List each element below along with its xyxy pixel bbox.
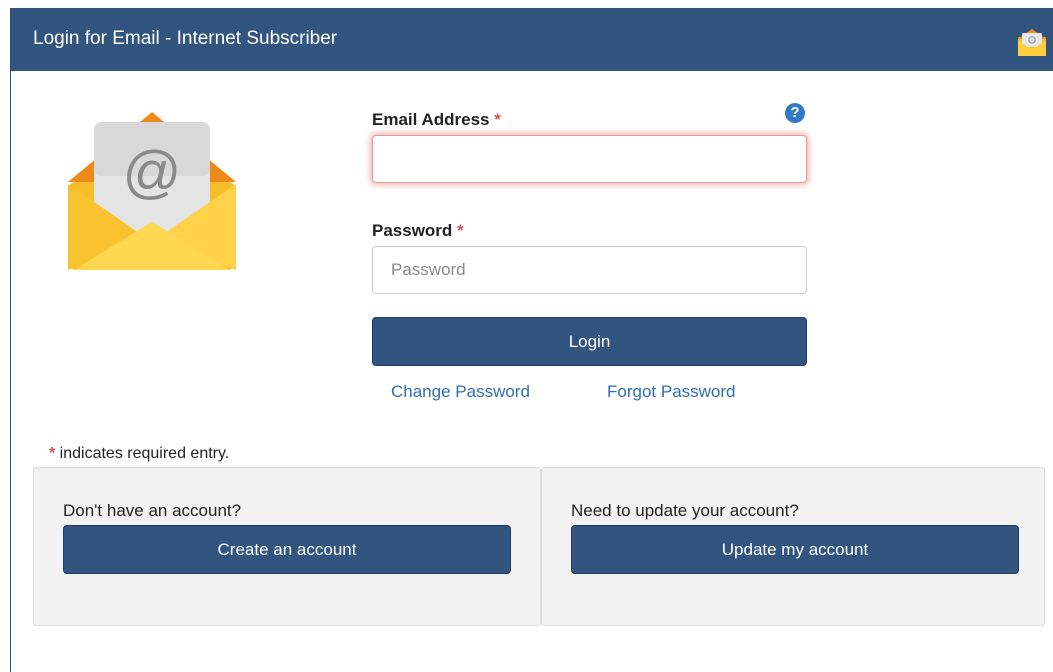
login-button[interactable]: Login — [372, 317, 807, 366]
password-input[interactable] — [372, 246, 807, 294]
email-label: Email Address * — [372, 110, 501, 130]
update-account-panel: Need to update your account? Update my a… — [541, 467, 1045, 626]
svg-text:@: @ — [123, 140, 182, 205]
required-entry-note: * indicates required entry. — [49, 445, 229, 463]
title-bar: Login for Email - Internet Subscriber — [11, 8, 1053, 71]
email-icon — [1018, 29, 1046, 56]
create-account-button[interactable]: Create an account — [63, 525, 511, 574]
email-label-text: Email Address — [372, 110, 490, 129]
create-account-prompt: Don't have an account? — [63, 501, 242, 520]
email-input[interactable] — [372, 135, 807, 183]
email-envelope-icon: @ — [68, 112, 236, 270]
create-account-panel: Don't have an account? Create an account — [33, 467, 541, 626]
update-account-button[interactable]: Update my account — [571, 525, 1019, 574]
password-label: Password * — [372, 221, 464, 241]
forgot-password-link[interactable]: Forgot Password — [607, 382, 736, 402]
update-account-prompt: Need to update your account? — [571, 501, 799, 520]
password-required-marker: * — [457, 221, 464, 240]
window-title: Login for Email - Internet Subscriber — [33, 28, 338, 49]
login-window: Login for Email - Internet Subscriber @ … — [10, 8, 1053, 672]
required-note-text: indicates required entry. — [55, 445, 230, 462]
email-required-marker: * — [494, 110, 501, 129]
password-label-text: Password — [372, 221, 453, 240]
change-password-link[interactable]: Change Password — [391, 382, 530, 402]
question-icon[interactable]: ? — [785, 103, 805, 123]
